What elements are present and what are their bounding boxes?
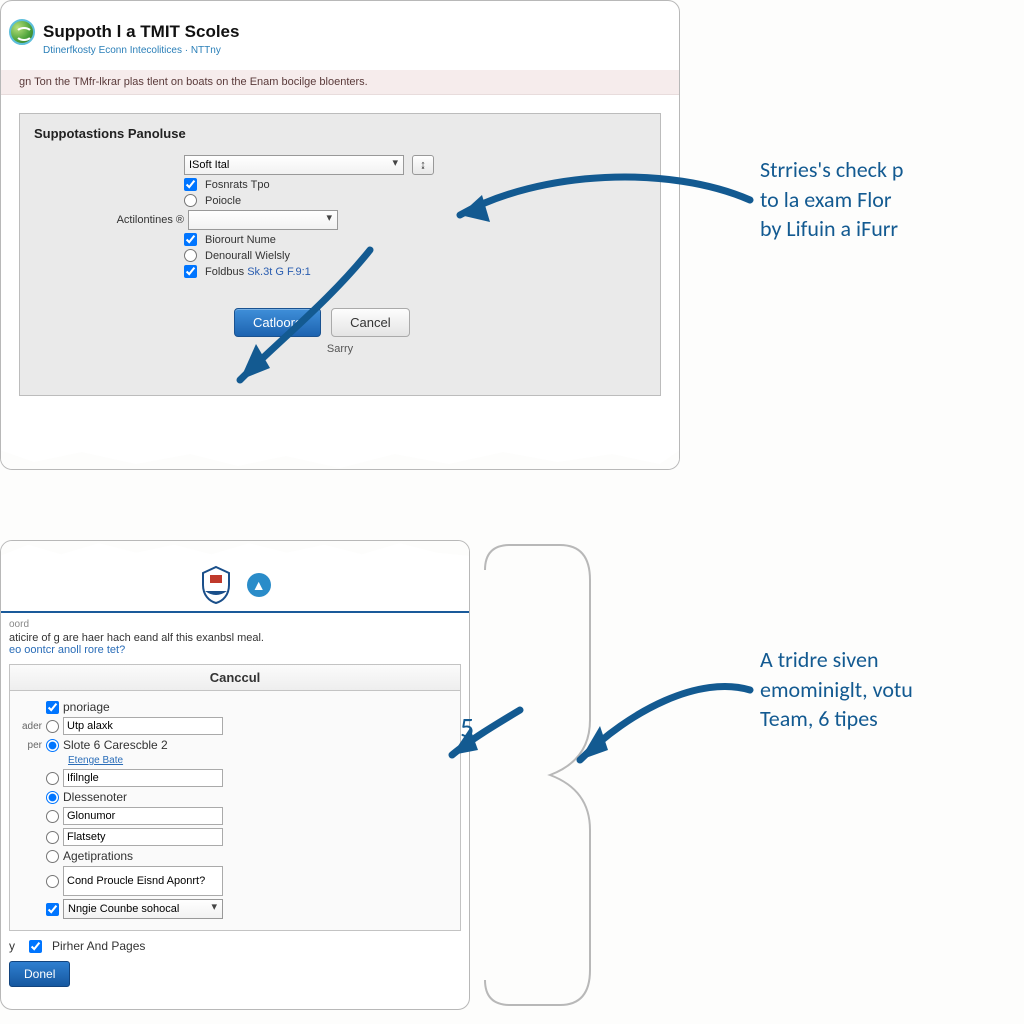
- page-title: Suppoth l a TMIT Scoles: [43, 22, 239, 42]
- radio-poiocle[interactable]: [184, 194, 197, 207]
- inner-arrow-1: [210, 240, 390, 400]
- breadcrumb: oord: [1, 619, 469, 630]
- radio-agetiprations-label: Agetiprations: [63, 849, 133, 863]
- intro-text: aticire of g are haer hach eand alf this…: [1, 630, 469, 658]
- radio-ifilngle[interactable]: [46, 772, 59, 785]
- checkbox-pirher-label: Pirher And Pages: [52, 939, 145, 953]
- etenge-link[interactable]: Etenge Bate: [16, 755, 454, 766]
- annotation-2: A tridre siven emominiglt, votu Team, 6 …: [760, 645, 1020, 734]
- torn-edge: [0, 450, 680, 470]
- checkbox-biorourt[interactable]: [184, 233, 197, 246]
- radio-utp[interactable]: [46, 720, 59, 733]
- input-ifilngle[interactable]: [63, 769, 223, 787]
- bottom-panel: ▲ oord aticire of g are haer hach eand a…: [0, 540, 470, 1010]
- done-button[interactable]: Donel: [9, 961, 70, 987]
- radio-cond[interactable]: [46, 875, 59, 888]
- radio-dlessenoter[interactable]: [46, 791, 59, 804]
- annotation-1: Strries's check p to la exam Flor by Lif…: [760, 155, 1020, 244]
- radio-slote[interactable]: [46, 739, 59, 752]
- step-number: 5.: [460, 710, 481, 745]
- checkbox-nngie[interactable]: [46, 903, 59, 916]
- radio-slote-label: Slote 6 Carescble 2: [63, 738, 168, 752]
- cancel-box: Canccul pnoriage ader per Slote 6 Caresc…: [9, 664, 461, 931]
- input-cond[interactable]: [63, 866, 223, 896]
- input-flatsety[interactable]: [63, 828, 223, 846]
- header: Suppoth l a TMIT Scoles: [1, 19, 679, 47]
- step5-arrow: [440, 700, 530, 770]
- cancel-box-title: Canccul: [10, 665, 460, 691]
- checkbox-pnoriage-label: pnoriage: [63, 700, 110, 714]
- input-glonumor[interactable]: [63, 807, 223, 825]
- checkbox-pirher[interactable]: [29, 940, 42, 953]
- act-label: Actilontines ®: [114, 214, 184, 226]
- page-subtitle: Dtinerfkosty Econn Intecolitices · NTTny: [1, 45, 679, 56]
- torn-edge-top: [0, 540, 470, 556]
- checkbox-foldbus[interactable]: [184, 265, 197, 278]
- row-label-ader: ader: [16, 721, 46, 732]
- select-main[interactable]: ISoft Ital: [184, 155, 404, 175]
- crest-icon: [199, 565, 233, 605]
- checkbox-pnoriage[interactable]: [46, 701, 59, 714]
- radio-denourall[interactable]: [184, 249, 197, 262]
- radio-glonumor[interactable]: [46, 810, 59, 823]
- globe-icon: [9, 19, 35, 45]
- notice-bar: gn Ton the TMfr-lkrar plas tlent on boat…: [1, 70, 679, 95]
- foot-label: y: [9, 939, 23, 953]
- radio-dlessenoter-label: Dlessenoter: [63, 790, 127, 804]
- row-label-per: per: [16, 740, 46, 751]
- input-utp[interactable]: [63, 717, 223, 735]
- annotation-arrow-1: [420, 160, 760, 260]
- seal-icon: ▲: [247, 573, 271, 597]
- intro-link[interactable]: eo oontcr anoll rore tet?: [9, 644, 125, 656]
- form-title: Suppotastions Panoluse: [34, 126, 646, 141]
- select-act[interactable]: [188, 210, 338, 230]
- annotation-arrow-2: [560, 670, 760, 780]
- checkbox-fosnrats-label: Fosnrats Tpo: [205, 179, 270, 191]
- logo-row: ▲: [1, 565, 469, 605]
- radio-agetiprations[interactable]: [46, 850, 59, 863]
- divider: [1, 611, 469, 613]
- select-nngie[interactable]: Nngie Counbe sohocal: [63, 899, 223, 919]
- radio-flatsety[interactable]: [46, 831, 59, 844]
- checkbox-fosnrats[interactable]: [184, 178, 197, 191]
- radio-poiocle-label: Poiocle: [205, 195, 241, 207]
